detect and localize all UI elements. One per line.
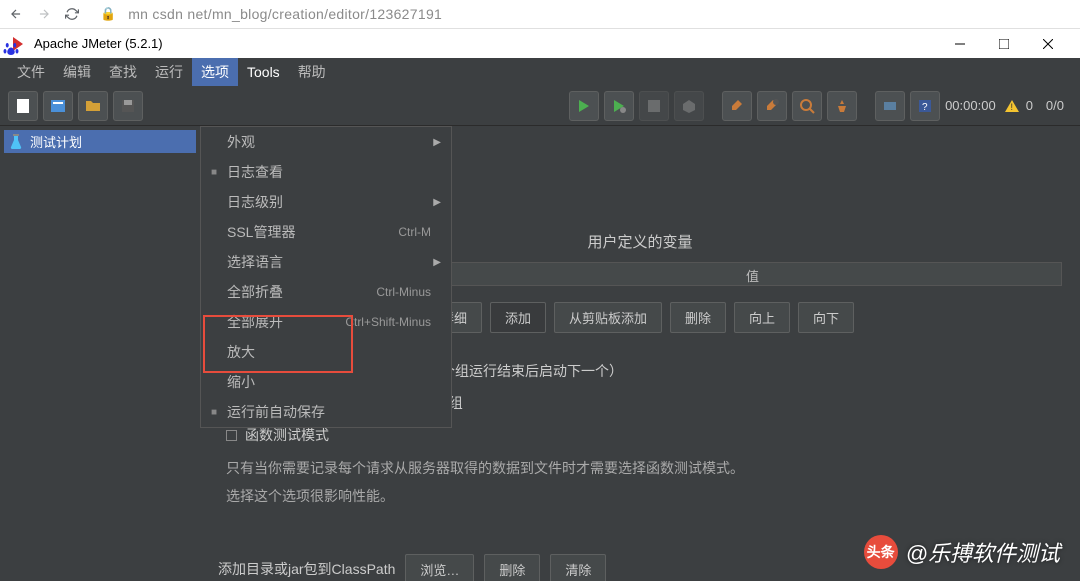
function-helper-button[interactable]: [875, 91, 905, 121]
dd-collapse-all[interactable]: 全部折叠Ctrl-Minus: [201, 277, 451, 307]
clipboard-add-button[interactable]: 从剪贴板添加: [554, 302, 662, 333]
warning-icon: !: [1005, 100, 1019, 112]
svg-text:!: !: [1010, 102, 1013, 112]
dd-appearance[interactable]: 外观▶: [201, 127, 451, 157]
toolbar: ? 00:00:00 ! 0 0/0: [0, 86, 1080, 126]
opt-functest[interactable]: 函数测试模式: [226, 425, 1062, 445]
dd-log-level[interactable]: 日志级别▶: [201, 187, 451, 217]
tree-root[interactable]: 测试计划: [4, 130, 196, 153]
warn-count: 0: [1026, 98, 1033, 113]
window-title: Apache JMeter (5.2.1): [34, 36, 938, 51]
search-button[interactable]: [792, 91, 822, 121]
watermark: 头条 @乐搏软件测试: [864, 535, 1060, 569]
options-dropdown: 外观▶ ■日志查看 日志级别▶ SSL管理器Ctrl-M 选择语言▶ 全部折叠C…: [200, 126, 452, 428]
new-button[interactable]: [8, 91, 38, 121]
flask-icon: [8, 134, 24, 150]
menu-edit[interactable]: 编辑: [54, 58, 100, 86]
note-text-2: 选择这个选项很影响性能。: [226, 485, 1062, 507]
up-button[interactable]: 向上: [734, 302, 790, 333]
maximize-button[interactable]: [982, 30, 1026, 58]
close-button[interactable]: [1026, 30, 1070, 58]
menu-search[interactable]: 查找: [100, 58, 146, 86]
minimize-button[interactable]: [938, 30, 982, 58]
menu-options[interactable]: 选项: [192, 58, 238, 86]
shutdown-button[interactable]: [674, 91, 704, 121]
watermark-text: @乐搏软件测试: [906, 536, 1060, 568]
cp-delete-button[interactable]: 删除: [484, 554, 540, 581]
browser-bar: 🔒 mn csdn net/mn_blog/creation/editor/12…: [0, 0, 1080, 28]
menu-run[interactable]: 运行: [146, 58, 192, 86]
save-button[interactable]: [113, 91, 143, 121]
cp-clear-button[interactable]: 清除: [550, 554, 606, 581]
sidebar: 测试计划: [0, 126, 200, 581]
note-text-1: 只有当你需要记录每个请求从服务器取得的数据到文件时才需要选择函数测试模式。: [226, 457, 1062, 479]
open-button[interactable]: [78, 91, 108, 121]
help-button[interactable]: ?: [910, 91, 940, 121]
down-button[interactable]: 向下: [798, 302, 854, 333]
baidu-paw-icon: [2, 40, 20, 58]
dd-ssl-manager[interactable]: SSL管理器Ctrl-M: [201, 217, 451, 247]
dd-save-before-run[interactable]: ■运行前自动保存: [201, 397, 451, 427]
clear-button[interactable]: [722, 91, 752, 121]
checkbox-icon: [226, 430, 237, 441]
start-button[interactable]: [569, 91, 599, 121]
menu-file[interactable]: 文件: [8, 58, 54, 86]
dd-zoom-out[interactable]: 缩小: [201, 367, 451, 397]
browse-button[interactable]: 浏览…: [405, 554, 474, 581]
start-noTimers-button[interactable]: [604, 91, 634, 121]
reset-search-button[interactable]: [827, 91, 857, 121]
clear-all-button[interactable]: [757, 91, 787, 121]
url-text: mn csdn net/mn_blog/creation/editor/1236…: [128, 6, 442, 22]
add-button[interactable]: 添加: [490, 302, 546, 333]
thread-count: 0/0: [1046, 98, 1064, 113]
col-value: 值: [444, 263, 1061, 285]
dd-log-viewer[interactable]: ■日志查看: [201, 157, 451, 187]
menu-tools[interactable]: Tools: [238, 60, 289, 84]
back-button[interactable]: [8, 6, 24, 22]
reload-button[interactable]: [64, 6, 80, 22]
menubar: 文件 编辑 查找 运行 选项 Tools 帮助: [0, 58, 1080, 86]
dd-zoom-in[interactable]: 放大: [201, 337, 451, 367]
tree-root-label: 测试计划: [30, 132, 82, 151]
dd-language[interactable]: 选择语言▶: [201, 247, 451, 277]
lock-icon: 🔒: [100, 6, 116, 22]
delete-button[interactable]: 删除: [670, 302, 726, 333]
menu-help[interactable]: 帮助: [289, 58, 335, 86]
dd-expand-all[interactable]: 全部展开Ctrl+Shift-Minus: [201, 307, 451, 337]
forward-button[interactable]: [36, 6, 52, 22]
timer: 00:00:00: [945, 98, 996, 113]
watermark-logo: 头条: [864, 535, 898, 569]
window-titlebar: Apache JMeter (5.2.1): [0, 28, 1080, 58]
templates-button[interactable]: [43, 91, 73, 121]
main-area: 测试计划 外观▶ ■日志查看 日志级别▶ SSL管理器Ctrl-M 选择语言▶ …: [0, 126, 1080, 581]
classpath-label: 添加目录或jar包到ClassPath: [218, 559, 395, 579]
svg-text:?: ?: [922, 102, 928, 113]
stop-button[interactable]: [639, 91, 669, 121]
